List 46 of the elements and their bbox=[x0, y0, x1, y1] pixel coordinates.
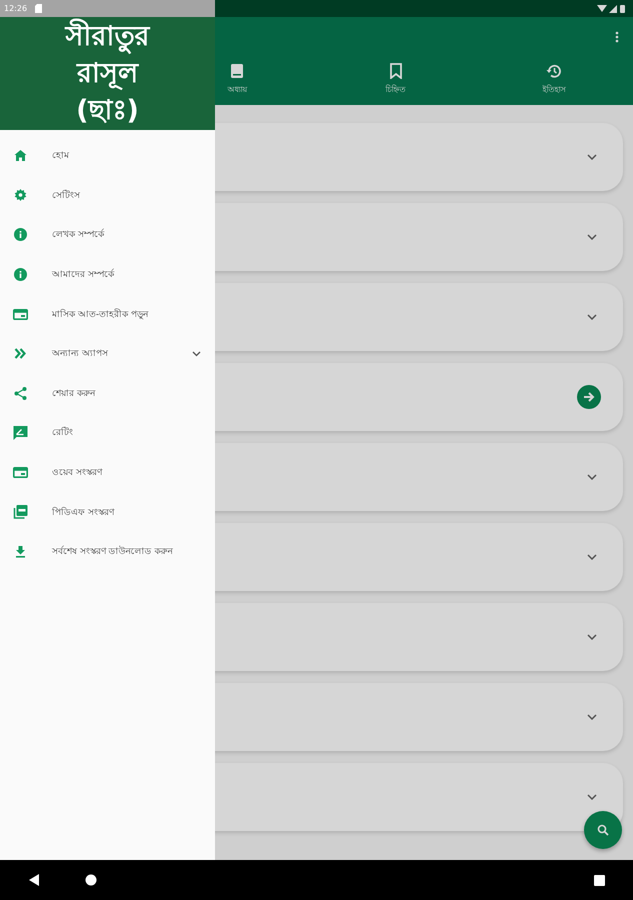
download-icon bbox=[13, 546, 28, 558]
menu-item[interactable]: সর্বশেষ সংস্করণ ডাউনলোড করুন bbox=[0, 532, 215, 572]
menu-item[interactable]: পিডিএফ সংস্করণ bbox=[0, 492, 215, 532]
menu-item[interactable]: রেটিং bbox=[0, 413, 215, 453]
menu-item[interactable]: লেখক সম্পর্কে bbox=[0, 215, 215, 255]
home-icon bbox=[13, 150, 28, 162]
browser-window-icon bbox=[13, 467, 28, 478]
settings-icon bbox=[13, 189, 28, 202]
more-icon[interactable] bbox=[615, 31, 619, 43]
app-title: সীরাতুর রাসূল (ছাঃ) bbox=[42, 18, 172, 129]
menu-item[interactable]: সেটিংস bbox=[0, 176, 215, 216]
chevron-down-icon bbox=[587, 554, 597, 560]
menu-item[interactable]: হোম bbox=[0, 136, 215, 176]
menu-item[interactable]: ওয়েব সংস্করণ bbox=[0, 452, 215, 492]
rate-review-icon bbox=[13, 426, 28, 440]
recents-icon[interactable] bbox=[594, 874, 605, 886]
menu-item[interactable]: অন্যান্য অ্যাপস bbox=[0, 334, 215, 374]
menu-item[interactable]: আমাদের সম্পর্কে bbox=[0, 254, 215, 294]
chevron-down-icon bbox=[587, 154, 597, 160]
menu-item[interactable]: শেয়ার করুন bbox=[0, 374, 215, 414]
chevron-down-icon bbox=[587, 234, 597, 240]
double-chevron-icon bbox=[13, 348, 28, 360]
sd-card-icon bbox=[35, 4, 42, 13]
pdf-icon bbox=[13, 505, 28, 520]
tab[interactable]: চিহ্নিত bbox=[316, 57, 475, 105]
browser-window-icon bbox=[13, 308, 28, 320]
back-icon[interactable] bbox=[29, 874, 39, 886]
home-button-icon[interactable] bbox=[85, 874, 97, 886]
status-icons bbox=[597, 4, 627, 14]
chevron-down-icon bbox=[587, 314, 597, 320]
info-icon bbox=[13, 268, 28, 282]
status-time: 12:26 bbox=[4, 4, 28, 13]
arrow-right-icon[interactable] bbox=[577, 385, 601, 409]
tab[interactable]: ইতিহাস bbox=[474, 57, 633, 105]
bookmark-icon bbox=[388, 63, 403, 79]
history-icon bbox=[546, 63, 562, 79]
share-icon bbox=[13, 386, 28, 400]
menu-item[interactable]: মাসিক আত-তাহরীক পড়ুন bbox=[0, 294, 215, 334]
book-icon bbox=[230, 63, 244, 79]
chevron-down-icon bbox=[587, 474, 597, 480]
search-icon bbox=[597, 824, 609, 836]
chevron-down-icon bbox=[587, 714, 597, 720]
chevron-down-icon bbox=[587, 794, 597, 800]
chevron-down-icon bbox=[587, 634, 597, 640]
search-button[interactable] bbox=[584, 811, 622, 849]
info-icon bbox=[13, 228, 28, 242]
